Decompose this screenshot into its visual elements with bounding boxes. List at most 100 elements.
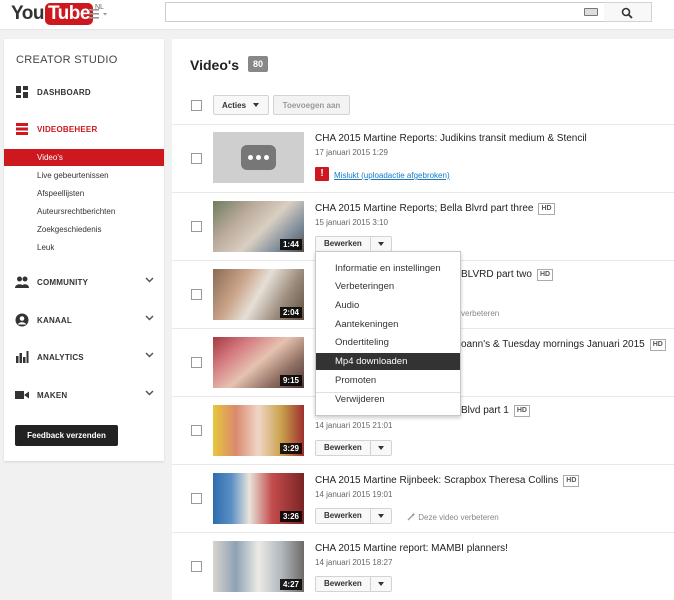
video-title[interactable]: CHA 2015 Martine Rijnbeek: Scrapbox Ther… — [315, 475, 580, 487]
guide-menu-icon[interactable] — [89, 8, 111, 20]
sidebar-item-community[interactable]: COMMUNITY — [4, 272, 164, 292]
sidebar-sub-playlists[interactable]: Afspeellijsten — [4, 185, 164, 202]
community-icon — [15, 276, 29, 288]
add-to-label: Toevoegen aan — [282, 100, 341, 110]
improve-video-link[interactable]: verbeteren — [461, 309, 499, 318]
edit-dropdown-toggle[interactable] — [371, 509, 391, 523]
sidebar-item-kanaal[interactable]: KANAAL — [4, 310, 164, 330]
video-title[interactable]: BLVRD part two HD — [461, 269, 554, 281]
menu-item-audio[interactable]: Audio — [316, 297, 460, 314]
video-title[interactable]: Blvd part 1 HD — [461, 405, 530, 417]
sidebar-item-label: KANAAL — [37, 315, 72, 325]
edit-dropdown-toggle[interactable] — [371, 577, 391, 591]
wand-icon — [407, 512, 416, 521]
menu-item-enhancements[interactable]: Verbeteringen — [316, 278, 460, 295]
video-duration: 3:29 — [279, 443, 302, 454]
video-title[interactable]: CHA 2015 Martine report: MAMBI planners! — [315, 543, 508, 554]
row-checkbox[interactable] — [191, 289, 202, 300]
row-checkbox[interactable] — [191, 221, 202, 232]
sidebar-sub-likes[interactable]: Leuk — [4, 239, 164, 256]
edit-button-group[interactable]: Bewerken — [315, 576, 392, 592]
edit-dropdown-toggle[interactable] — [371, 441, 391, 455]
video-title-text: oann's & Tuesday mornings Januari 2015 — [461, 339, 645, 350]
video-thumbnail[interactable]: 3:29 — [213, 405, 304, 456]
feedback-button[interactable]: Feedback verzenden — [15, 425, 118, 446]
sidebar-item-dashboard[interactable]: DASHBOARD — [4, 82, 164, 102]
processing-icon — [241, 145, 276, 170]
page-title: Video's — [190, 57, 239, 73]
keyboard-icon[interactable] — [584, 8, 598, 16]
row-checkbox[interactable] — [191, 561, 202, 572]
row-checkbox[interactable] — [191, 425, 202, 436]
edit-button-group[interactable]: Bewerken — [315, 508, 392, 524]
sidebar-sub-videos[interactable]: Video's — [4, 149, 164, 166]
edit-button-group[interactable]: Bewerken — [315, 236, 392, 252]
video-title[interactable]: oann's & Tuesday mornings Januari 2015 HD — [461, 339, 666, 351]
search-input[interactable] — [165, 2, 609, 22]
error-icon: ! — [315, 167, 329, 181]
sidebar-item-label: MAKEN — [37, 390, 68, 400]
improve-video-link[interactable]: Deze video verbeteren — [407, 512, 499, 522]
video-row: CHA 2015 Martine Reports: Judikins trans… — [172, 124, 674, 192]
row-checkbox[interactable] — [191, 357, 202, 368]
video-thumbnail-processing[interactable] — [213, 132, 304, 183]
chevron-down-icon — [145, 277, 154, 283]
menu-item-annotations[interactable]: Aantekeningen — [316, 316, 460, 333]
video-date: 14 januari 2015 19:01 — [315, 490, 393, 499]
sidebar-item-analytics[interactable]: ANALYTICS — [4, 347, 164, 367]
hd-badge: HD — [513, 405, 530, 417]
search-button[interactable] — [604, 2, 652, 22]
video-manager-icon — [16, 123, 28, 135]
video-title[interactable]: CHA 2015 Martine Reports: Judikins trans… — [315, 133, 587, 144]
video-title-text: CHA 2015 Martine Reports; Bella Blvrd pa… — [315, 203, 534, 214]
sidebar-item-label: ANALYTICS — [37, 352, 84, 362]
sidebar-sub-search-history[interactable]: Zoekgeschiedenis — [4, 221, 164, 238]
menu-item-subtitles[interactable]: Ondertiteling — [316, 334, 460, 351]
edit-button[interactable]: Bewerken — [316, 577, 371, 591]
dashboard-icon — [16, 86, 28, 98]
hd-badge: HD — [649, 339, 666, 351]
upload-error-link[interactable]: Mislukt (uploadactie afgebroken) — [334, 171, 450, 180]
menu-item-info-settings[interactable]: Informatie en instellingen — [316, 260, 460, 277]
video-date: 17 januari 2015 1:29 — [315, 148, 388, 157]
video-thumbnail[interactable]: 4:27 — [213, 541, 304, 592]
video-thumbnail[interactable]: 9:15 — [213, 337, 304, 388]
video-duration: 2:04 — [279, 307, 302, 318]
video-title-text: BLVRD part two — [461, 269, 532, 280]
edit-button[interactable]: Bewerken — [316, 441, 371, 455]
video-duration: 9:15 — [279, 375, 302, 386]
sidebar-sub-live[interactable]: Live gebeurtenissen — [4, 167, 164, 184]
edit-dropdown-toggle[interactable] — [371, 237, 391, 251]
video-title-text: CHA 2015 Martine Rijnbeek: Scrapbox Ther… — [315, 475, 559, 486]
menu-item-delete[interactable]: Verwijderen — [316, 391, 460, 408]
edit-button-group[interactable]: Bewerken — [315, 440, 392, 456]
chevron-down-icon — [145, 352, 154, 358]
improve-video-label: Deze video verbeteren — [418, 513, 499, 522]
edit-button[interactable]: Bewerken — [316, 237, 371, 251]
edit-button[interactable]: Bewerken — [316, 509, 371, 523]
video-thumbnail[interactable]: 2:04 — [213, 269, 304, 320]
video-thumbnail[interactable]: 3:26 — [213, 473, 304, 524]
add-to-button[interactable]: Toevoegen aan — [273, 95, 350, 115]
row-checkbox[interactable] — [191, 493, 202, 504]
select-all-checkbox[interactable] — [191, 100, 202, 111]
video-thumbnail[interactable]: 1:44 — [213, 201, 304, 252]
hd-badge: HD — [538, 203, 555, 215]
hd-badge: HD — [563, 475, 580, 487]
video-title[interactable]: CHA 2015 Martine Reports; Bella Blvrd pa… — [315, 203, 555, 215]
video-date: 14 januari 2015 18:27 — [315, 558, 393, 567]
sidebar-sub-copyright[interactable]: Auteursrechtberichten — [4, 203, 164, 220]
edit-dropdown-menu: Informatie en instellingen Verbeteringen… — [315, 251, 461, 416]
video-date: 15 januari 2015 3:10 — [315, 218, 388, 227]
create-icon — [15, 391, 29, 399]
menu-item-download-mp4[interactable]: Mp4 downloaden — [316, 353, 460, 370]
actions-dropdown[interactable]: Acties — [213, 95, 269, 115]
sidebar-item-videobeheer[interactable]: VIDEOBEHEER — [4, 119, 164, 139]
logo-you-text: You — [11, 3, 44, 24]
chevron-down-icon — [145, 315, 154, 321]
actions-label: Acties — [222, 100, 247, 110]
sidebar-title: CREATOR STUDIO — [16, 54, 118, 66]
menu-item-promote[interactable]: Promoten — [316, 372, 460, 389]
sidebar-item-maken[interactable]: MAKEN — [4, 385, 164, 405]
row-checkbox[interactable] — [191, 153, 202, 164]
